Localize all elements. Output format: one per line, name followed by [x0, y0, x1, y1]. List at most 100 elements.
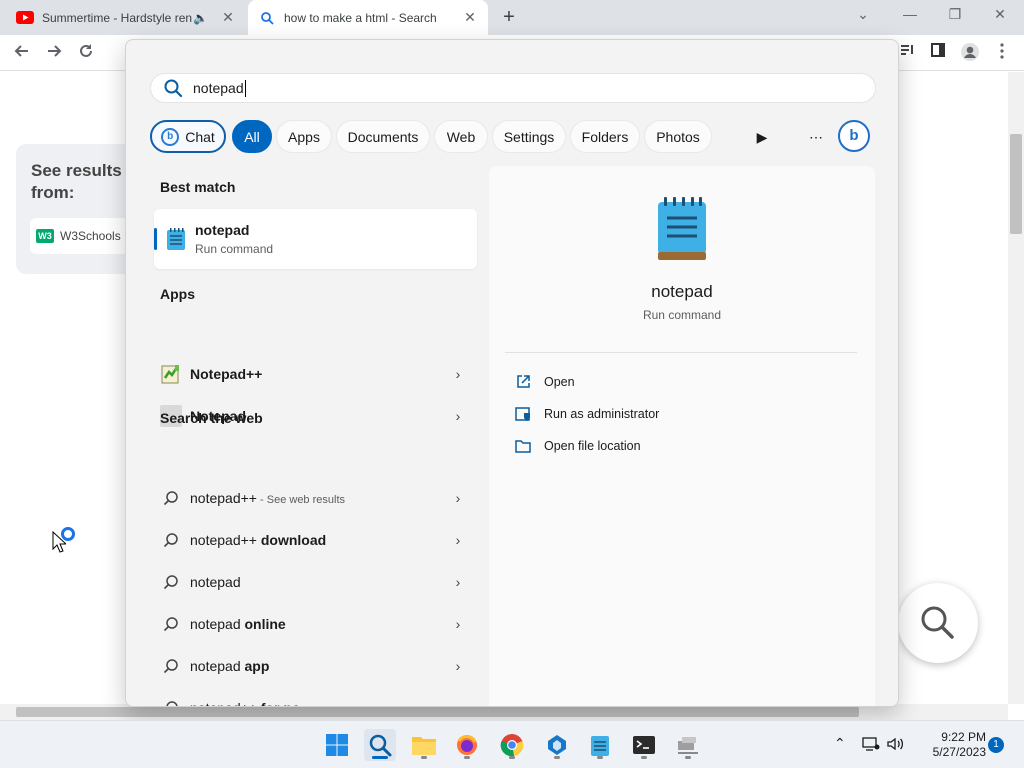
- search-input[interactable]: notepad: [150, 73, 876, 103]
- best-match-item[interactable]: notepad Run command: [154, 209, 477, 269]
- speaker-icon[interactable]: 🔈: [193, 11, 208, 25]
- scrollbar-thumb[interactable]: [16, 707, 859, 717]
- tab-search-chevron-icon[interactable]: ⌄: [848, 6, 878, 23]
- chevron-right-icon[interactable]: ›: [451, 658, 465, 674]
- web-suggestion-item[interactable]: notepad++ download ›: [160, 522, 465, 558]
- suggestion-extra: - See web results: [256, 494, 346, 506]
- minimize-button[interactable]: —: [895, 6, 925, 22]
- search-icon: [160, 655, 182, 677]
- network-app-icon[interactable]: [672, 729, 704, 761]
- floating-search-button[interactable]: [898, 583, 978, 663]
- search-icon: [160, 571, 182, 593]
- selection-indicator: [154, 228, 157, 250]
- search-icon: [160, 697, 182, 706]
- suggestion-bold: download: [260, 532, 327, 548]
- chevron-right-icon[interactable]: ›: [451, 490, 465, 506]
- chevron-right-icon[interactable]: ›: [451, 700, 465, 706]
- clock[interactable]: 9:22 PM 5/27/2023: [916, 730, 986, 760]
- bing-chat-icon: b: [161, 127, 180, 146]
- tab-search[interactable]: how to make a html - Search ✕: [248, 0, 488, 35]
- search-icon: [160, 529, 182, 551]
- filter-all[interactable]: All: [232, 120, 272, 153]
- suggestion-base: notepad: [190, 658, 245, 674]
- notepad-taskbar-icon[interactable]: [584, 729, 616, 761]
- firefox-icon[interactable]: [451, 729, 483, 761]
- suggestion-bold: for pc: [261, 700, 300, 706]
- chevron-right-icon[interactable]: ›: [451, 366, 465, 382]
- see-results-card: See results from: W3 W3Schools: [16, 144, 140, 274]
- start-search-panel: notepad b Chat All Apps Documents Web Se…: [125, 39, 899, 707]
- filter-web[interactable]: Web: [434, 120, 488, 153]
- vertical-scrollbar[interactable]: [1008, 72, 1024, 704]
- filter-apps[interactable]: Apps: [276, 120, 332, 153]
- web-suggestion-label: notepad app: [190, 658, 451, 674]
- busy-spinner-icon: [61, 527, 75, 541]
- restore-button[interactable]: ❐: [940, 6, 970, 23]
- action-run-as-admin[interactable]: Run as administrator: [515, 404, 659, 424]
- web-suggestion-label: notepad: [190, 574, 451, 590]
- magnifier-icon: [921, 606, 954, 639]
- tab-title: how to make a html - Search: [284, 10, 437, 25]
- tray-overflow-chevron-icon[interactable]: ⌃: [834, 735, 846, 752]
- action-open[interactable]: Open: [515, 372, 575, 392]
- start-windows-icon[interactable]: [321, 729, 353, 761]
- search-favicon-icon: [258, 11, 276, 25]
- close-window-button[interactable]: ✕: [985, 6, 1015, 23]
- more-filters-play-icon[interactable]: ▶: [752, 127, 772, 147]
- search-icon: [160, 613, 182, 635]
- vscode-like-app-icon[interactable]: [541, 729, 573, 761]
- web-suggestion-item[interactable]: notepad app ›: [160, 648, 465, 684]
- forward-arrow-icon[interactable]: [42, 42, 66, 64]
- preview-subtitle: Run command: [642, 308, 722, 322]
- suggestion-bold: online: [244, 616, 286, 632]
- clock-time: 9:22 PM: [941, 730, 986, 744]
- side-panel-icon[interactable]: [926, 42, 950, 64]
- terminal-icon[interactable]: [628, 729, 660, 761]
- browser-menu-icon[interactable]: [990, 42, 1014, 64]
- back-arrow-icon[interactable]: [10, 42, 34, 64]
- web-suggestion-item[interactable]: notepad ›: [160, 564, 465, 600]
- search-icon: [164, 79, 183, 98]
- web-suggestion-item[interactable]: notepad++ for pc›: [160, 690, 465, 706]
- volume-icon[interactable]: [886, 736, 904, 755]
- tab-summertime[interactable]: Summertime - Hardstyle ren 🔈 ✕: [6, 0, 246, 35]
- close-tab-icon[interactable]: ✕: [220, 9, 236, 26]
- chevron-right-icon[interactable]: ›: [451, 532, 465, 548]
- app-item-notepad-plus-plus[interactable]: Notepad++ ›: [160, 356, 465, 392]
- web-suggestion-item[interactable]: notepad online ›: [160, 606, 465, 642]
- reload-icon[interactable]: [74, 42, 98, 64]
- network-monitor-icon[interactable]: [862, 736, 880, 755]
- notification-badge[interactable]: 1: [988, 737, 1004, 753]
- browser-tab-bar: Summertime - Hardstyle ren 🔈 ✕ how to ma…: [0, 0, 1024, 35]
- w3schools-link[interactable]: W3 W3Schools: [30, 218, 140, 254]
- chevron-right-icon[interactable]: ›: [451, 616, 465, 632]
- chevron-right-icon[interactable]: ›: [451, 574, 465, 590]
- suggestion-base: notepad: [190, 616, 245, 632]
- action-open-file-location[interactable]: Open file location: [515, 436, 641, 456]
- scrollbar-thumb[interactable]: [1010, 134, 1022, 234]
- profile-icon[interactable]: [958, 42, 982, 64]
- filter-folders[interactable]: Folders: [570, 120, 640, 153]
- bing-icon[interactable]: b: [838, 120, 870, 152]
- youtube-icon: [16, 11, 34, 25]
- file-explorer-icon[interactable]: [408, 729, 440, 761]
- more-options-icon[interactable]: ⋯: [806, 127, 826, 147]
- w3schools-label: W3Schools: [60, 229, 121, 243]
- windows-taskbar: ⌃ 9:22 PM 5/27/2023 1: [0, 720, 1024, 768]
- filter-settings[interactable]: Settings: [492, 120, 566, 153]
- new-tab-button[interactable]: +: [498, 6, 520, 28]
- best-match-name: notepad: [195, 222, 250, 238]
- filter-chat-label: Chat: [185, 128, 215, 145]
- web-suggestion-item[interactable]: notepad++ - See web results ›: [160, 480, 465, 516]
- suggestion-bold: app: [244, 658, 270, 674]
- chevron-right-icon[interactable]: ›: [451, 408, 465, 424]
- chrome-icon[interactable]: [496, 729, 528, 761]
- taskbar-search-icon[interactable]: [364, 729, 396, 761]
- filter-bar: b Chat All Apps Documents Web Settings F…: [150, 120, 880, 154]
- best-match-heading: Best match: [160, 179, 236, 195]
- filter-chat[interactable]: b Chat: [150, 120, 226, 153]
- filter-photos[interactable]: Photos: [644, 120, 712, 153]
- preview-title: notepad: [651, 282, 713, 301]
- filter-documents[interactable]: Documents: [336, 120, 430, 153]
- close-tab-icon[interactable]: ✕: [462, 9, 478, 26]
